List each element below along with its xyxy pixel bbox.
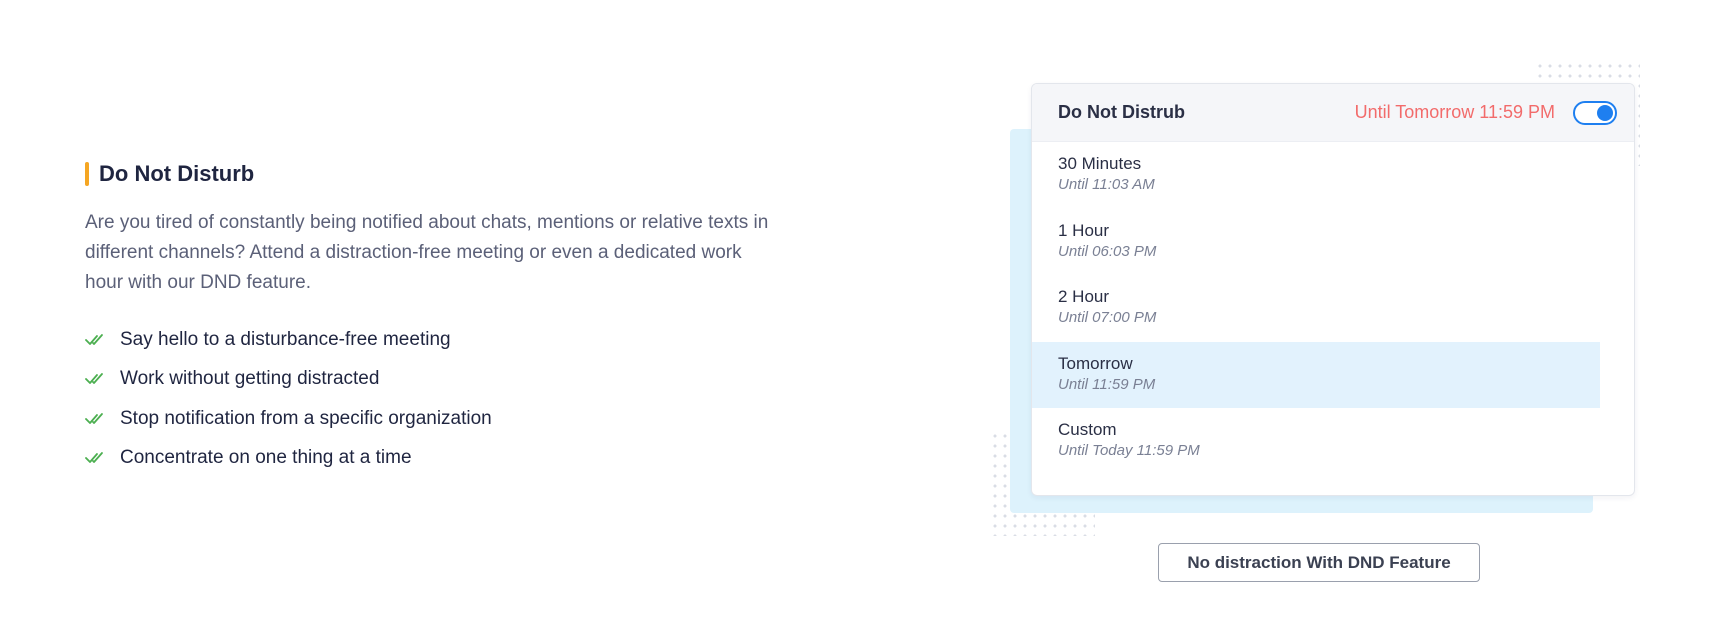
dnd-option-label: Tomorrow xyxy=(1058,353,1133,373)
dnd-option-1-hour[interactable]: 1 Hour Until 06:03 PM xyxy=(1032,209,1600,276)
dnd-option-label: Custom xyxy=(1058,420,1117,439)
dnd-option-until: Until Today 11:59 PM xyxy=(1058,442,1200,459)
benefit-item: Concentrate on one thing at a time xyxy=(85,439,492,479)
title-accent-bar xyxy=(85,162,89,186)
dnd-option-2-hour[interactable]: 2 Hour Until 07:00 PM xyxy=(1032,275,1600,342)
dnd-option-until: Until 06:03 PM xyxy=(1058,242,1157,260)
dnd-option-until: Until 07:00 PM xyxy=(1058,309,1157,326)
feature-description: Are you tired of constantly being notifi… xyxy=(85,212,769,293)
dnd-feature-section: Do Not Disturb Are you tired of constant… xyxy=(0,0,1730,641)
double-check-icon xyxy=(85,373,103,385)
toggle-knob xyxy=(1597,104,1613,121)
benefits-list: Say hello to a disturbance-free meeting … xyxy=(85,320,492,478)
dnd-duration-options: 30 Minutes Until 11:03 AM 1 Hour Until 0… xyxy=(1032,142,1634,475)
dnd-panel-title: Do Not Distrub xyxy=(1058,102,1185,122)
caption-button[interactable]: No distraction With DND Feature xyxy=(1158,543,1480,582)
dnd-option-label: 2 Hour xyxy=(1058,287,1110,306)
dnd-option-label: 1 Hour xyxy=(1058,220,1110,240)
dnd-option-30-minutes[interactable]: 30 Minutes Until 11:03 AM xyxy=(1032,142,1600,209)
dnd-panel: Do Not Distrub Until Tomorrow 11:59 PM 3… xyxy=(1031,83,1635,496)
double-check-icon xyxy=(85,452,103,464)
double-check-icon xyxy=(85,333,103,345)
double-check-icon xyxy=(85,412,103,424)
dnd-option-until: Until 11:03 AM xyxy=(1058,176,1155,193)
feature-title-text: Do Not Disturb xyxy=(99,161,255,186)
benefit-text: Work without getting distracted xyxy=(120,368,380,390)
feature-title: Do Not Disturb xyxy=(85,161,254,187)
dnd-option-tomorrow[interactable]: Tomorrow Until 11:59 PM xyxy=(1032,341,1600,408)
benefit-text: Say hello to a disturbance-free meeting xyxy=(120,328,451,350)
benefit-item: Say hello to a disturbance-free meeting xyxy=(85,320,492,360)
dnd-panel-header: Do Not Distrub Until Tomorrow 11:59 PM xyxy=(1032,84,1634,142)
dnd-option-label: 30 Minutes xyxy=(1058,154,1142,173)
benefit-item: Work without getting distracted xyxy=(85,360,492,400)
dnd-option-custom[interactable]: Custom Until Today 11:59 PM xyxy=(1032,408,1600,475)
benefit-text: Concentrate on one thing at a time xyxy=(120,447,412,469)
benefit-text: Stop notification from a specific organi… xyxy=(120,407,492,429)
dnd-status-text: Until Tomorrow 11:59 PM xyxy=(1354,102,1555,122)
dnd-option-until: Until 11:59 PM xyxy=(1058,375,1156,393)
dnd-toggle[interactable] xyxy=(1573,100,1617,125)
benefit-item: Stop notification from a specific organi… xyxy=(85,399,492,439)
